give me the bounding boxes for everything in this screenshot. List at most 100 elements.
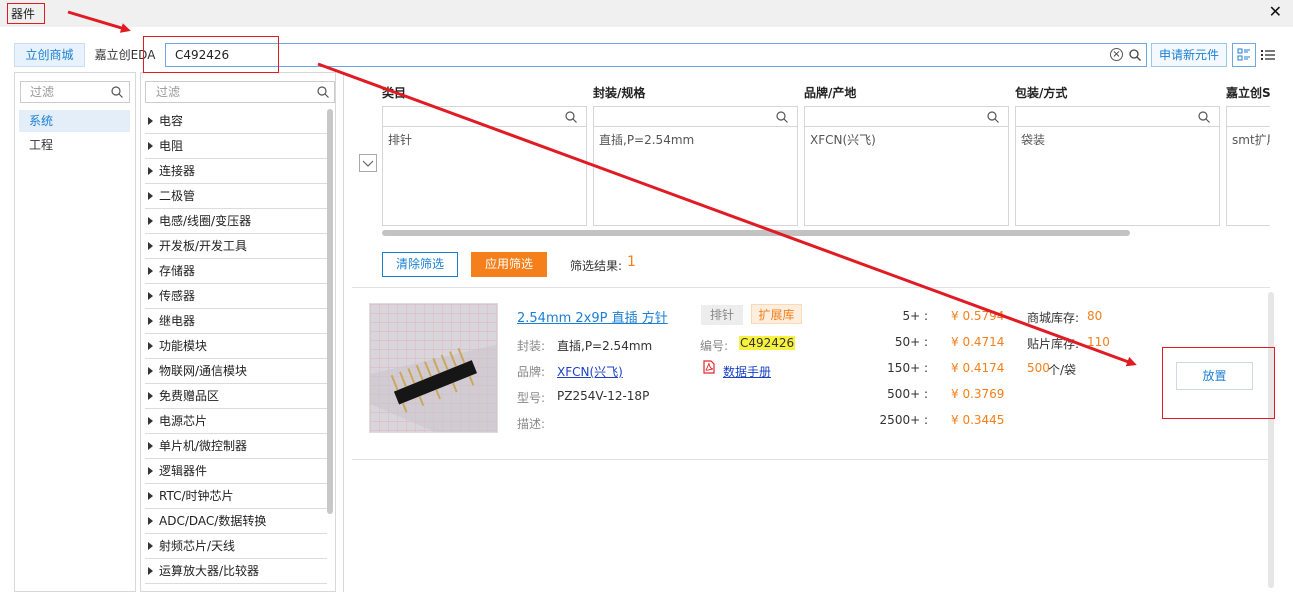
category-label: 传感器: [159, 289, 196, 303]
category-item[interactable]: 功能模块: [145, 334, 327, 359]
filter-result-count: 1: [627, 254, 636, 270]
category-item[interactable]: 电源芯片: [145, 409, 327, 434]
expand-filters-button[interactable]: [359, 154, 377, 172]
category-item[interactable]: 射频芯片/天线: [145, 534, 327, 559]
filter-box-jlc[interactable]: smt扩展: [1226, 106, 1270, 226]
category-scrollbar[interactable]: [327, 109, 333, 514]
caret-right-icon: [148, 367, 153, 375]
category-item[interactable]: 继电器: [145, 309, 327, 334]
apply-new-component-button[interactable]: 申请新元件: [1151, 43, 1227, 67]
filter-option[interactable]: smt扩展: [1232, 131, 1270, 148]
close-icon[interactable]: ✕: [1269, 2, 1282, 21]
package-label: 封装:: [517, 339, 546, 353]
caret-right-icon: [148, 117, 153, 125]
category-item[interactable]: 二极管: [145, 184, 327, 209]
category-label: 运算放大器/比较器: [159, 564, 260, 578]
title-bar: 器件 ✕: [0, 0, 1293, 27]
price-qty: 150+ :: [887, 361, 928, 375]
category-item[interactable]: 运算放大器/比较器: [145, 559, 327, 584]
extended-library-tag: 扩展库: [751, 304, 802, 324]
category-label: 电容: [159, 114, 184, 128]
filter-horizontal-scrollbar[interactable]: [382, 230, 1130, 236]
results-scrollbar[interactable]: [1268, 292, 1274, 588]
category-label: 单片机/微控制器: [159, 439, 248, 453]
product-type-tag: 排针: [701, 305, 743, 325]
divider: [352, 459, 1270, 460]
price-qty: 2500+ :: [879, 413, 928, 427]
pdf-icon[interactable]: [703, 360, 715, 374]
library-panel: 过滤 系统 工程: [14, 72, 136, 592]
search-field[interactable]: ×: [165, 43, 1147, 67]
filter-box-category[interactable]: 排针: [382, 106, 587, 226]
filter-option[interactable]: 直插,P=2.54mm: [599, 131, 694, 148]
clear-icon[interactable]: ×: [1110, 48, 1123, 61]
filter-search-field[interactable]: [594, 107, 797, 127]
caret-right-icon: [148, 142, 153, 150]
datasheet-link[interactable]: 数据手册: [723, 363, 771, 380]
price-qty: 500+ :: [887, 387, 928, 401]
library-item-project[interactable]: 工程: [19, 134, 130, 156]
annotation-box-title: [7, 3, 45, 24]
list-view-icon[interactable]: [1260, 47, 1276, 63]
clear-filters-button[interactable]: 清除筛选: [382, 252, 458, 277]
category-item[interactable]: 电阻: [145, 134, 327, 159]
smt-stock-value: 110: [1087, 335, 1110, 349]
filter-search-field[interactable]: [383, 107, 586, 127]
filter-option[interactable]: XFCN(兴飞): [810, 131, 876, 148]
category-item[interactable]: 免费赠品区: [145, 384, 327, 409]
category-filter-input[interactable]: 过滤: [145, 81, 335, 103]
filter-header-category: 类目: [382, 86, 407, 100]
search-icon[interactable]: [987, 111, 999, 123]
apply-filters-button[interactable]: 应用筛选: [471, 252, 547, 277]
category-label: ADC/DAC/数据转换: [159, 514, 267, 528]
caret-right-icon: [148, 467, 153, 475]
filter-header-package: 封装/规格: [593, 86, 646, 100]
price-value: ¥ 0.5794: [951, 309, 1005, 323]
category-item[interactable]: 物联网/通信模块: [145, 359, 327, 384]
category-item[interactable]: 连接器: [145, 159, 327, 184]
category-item[interactable]: 开发板/开发工具: [145, 234, 327, 259]
filter-option[interactable]: 袋装: [1021, 131, 1045, 148]
caret-right-icon: [148, 217, 153, 225]
grid-view-icon[interactable]: [1232, 43, 1256, 67]
category-item[interactable]: RTC/时钟芯片: [145, 484, 327, 509]
search-icon[interactable]: [776, 111, 788, 123]
category-item[interactable]: ADC/DAC/数据转换: [145, 509, 327, 534]
filter-box-package[interactable]: 直插,P=2.54mm: [593, 106, 798, 226]
category-item[interactable]: 逻辑器件: [145, 459, 327, 484]
search-input[interactable]: [175, 47, 1095, 63]
category-label: 逻辑器件: [159, 464, 208, 478]
caret-right-icon: [148, 392, 153, 400]
filter-box-brand[interactable]: XFCN(兴飞): [804, 106, 1009, 226]
filter-search-field[interactable]: [805, 107, 1008, 127]
mall-stock-label: 商城库存:: [1027, 311, 1080, 325]
filter-box-packing[interactable]: 袋装: [1015, 106, 1220, 226]
filter-option[interactable]: 排针: [388, 131, 412, 148]
product-title-link[interactable]: 2.54mm 2x9P 直插 方针: [517, 307, 668, 326]
category-label: 免费赠品区: [159, 389, 220, 403]
search-icon[interactable]: [317, 86, 329, 98]
library-item-system[interactable]: 系统: [19, 110, 130, 132]
category-item[interactable]: 单片机/微控制器: [145, 434, 327, 459]
category-item[interactable]: 传感器: [145, 284, 327, 309]
caret-right-icon: [148, 167, 153, 175]
category-item[interactable]: 存储器: [145, 259, 327, 284]
search-icon[interactable]: [1198, 111, 1210, 123]
category-item[interactable]: 电感/线圈/变压器: [145, 209, 327, 234]
category-label: 电阻: [159, 139, 184, 153]
price-value: ¥ 0.3445: [951, 413, 1005, 427]
filter-search-field[interactable]: [1016, 107, 1219, 127]
filter-search-field[interactable]: [1227, 107, 1270, 127]
caret-right-icon: [148, 567, 153, 575]
product-image[interactable]: [369, 303, 498, 433]
tab-lcsc-mall[interactable]: 立创商城: [14, 43, 85, 67]
category-label: 连接器: [159, 164, 196, 178]
category-item[interactable]: 电容: [145, 109, 327, 134]
search-icon[interactable]: [111, 86, 123, 98]
code-label: 编号:: [700, 339, 729, 353]
search-icon[interactable]: [1129, 49, 1141, 61]
caret-right-icon: [148, 542, 153, 550]
brand-link[interactable]: XFCN(兴飞): [557, 363, 623, 380]
divider: [352, 287, 1270, 288]
search-icon[interactable]: [565, 111, 577, 123]
